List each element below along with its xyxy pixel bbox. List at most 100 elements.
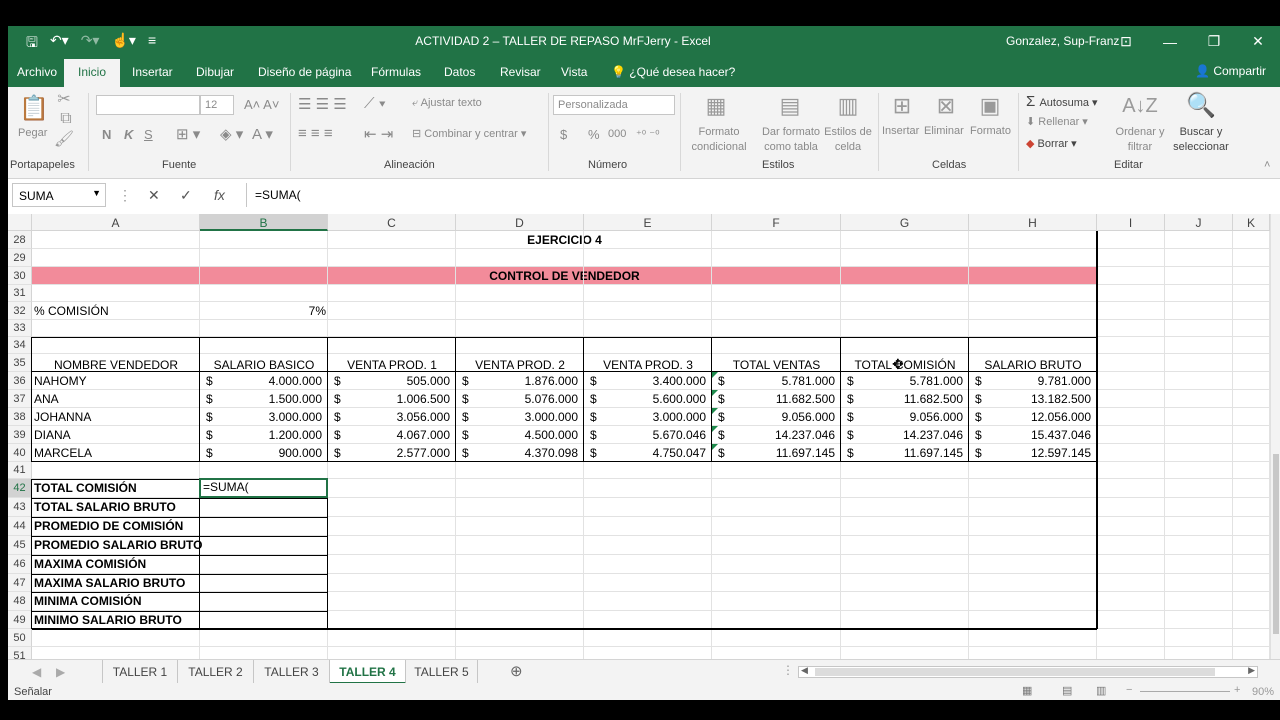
error-indicator-icon[interactable]	[712, 372, 718, 378]
paste-label[interactable]: Pegar	[18, 127, 47, 139]
amount-cell[interactable]: 9.056.000	[841, 408, 963, 426]
insert-cells-icon[interactable]: ⊞	[888, 91, 916, 121]
amount-cell[interactable]: 13.182.500	[969, 390, 1091, 408]
formula-input[interactable]: =SUMA(	[246, 183, 1270, 207]
amount-cell[interactable]: 5.076.000	[456, 390, 578, 408]
tell-me-box[interactable]: 💡 ¿Qué desea hacer?	[611, 65, 735, 79]
amount-cell[interactable]: 14.237.046	[712, 426, 835, 444]
row-header[interactable]: 30	[8, 267, 32, 285]
active-cell[interactable]: =SUMA(	[199, 478, 328, 498]
autosum-button[interactable]: Σ Autosuma ▾	[1026, 93, 1098, 110]
zoom-level[interactable]: 90%	[1252, 686, 1274, 698]
tab-insertar[interactable]: Insertar	[132, 65, 173, 79]
tab-formulas[interactable]: Fórmulas	[371, 65, 421, 79]
amount-cell[interactable]: 12.056.000	[969, 408, 1091, 426]
commission-value[interactable]: 7%	[200, 302, 326, 320]
minimize-icon[interactable]: —	[1148, 26, 1192, 57]
amount-cell[interactable]: 505.000	[328, 372, 450, 390]
font-size-box[interactable]: 12	[200, 95, 234, 115]
amount-cell[interactable]: 3.000.000	[456, 408, 578, 426]
row-header[interactable]: 28	[8, 231, 32, 249]
amount-cell[interactable]: 9.781.000	[969, 372, 1091, 390]
summary-value-cell[interactable]	[200, 611, 328, 629]
page-break-icon[interactable]: ▥	[1096, 684, 1106, 697]
row-header[interactable]: 43	[8, 498, 32, 517]
amount-cell[interactable]: 11.697.145	[841, 444, 963, 462]
amount-cell[interactable]: 1.006.500	[328, 390, 450, 408]
sheet-tab[interactable]: TALLER 5	[406, 660, 478, 684]
font-color-icon[interactable]: A ▾	[252, 125, 273, 143]
split-handle-icon[interactable]: ⋮	[782, 663, 794, 677]
amount-cell[interactable]: 4.370.098	[456, 444, 578, 462]
sheet-tab[interactable]: TALLER 1	[102, 660, 178, 684]
horizontal-scrollbar[interactable]: ◀ ▶	[798, 665, 1258, 678]
column-header[interactable]: G	[841, 214, 969, 231]
amount-cell[interactable]: 5.781.000	[841, 372, 963, 390]
find-icon[interactable]: 🔍	[1186, 89, 1216, 121]
fill-button[interactable]: ⬇ Rellenar ▾	[1026, 115, 1088, 128]
underline-button[interactable]: S	[144, 127, 153, 142]
row-header[interactable]: 48	[8, 592, 32, 611]
amount-cell[interactable]: 4.000.000	[200, 372, 322, 390]
italic-button[interactable]: K	[124, 127, 133, 142]
amount-cell[interactable]: 11.697.145	[712, 444, 835, 462]
seller-name[interactable]: ANA	[34, 390, 59, 408]
column-header[interactable]: H	[969, 214, 1097, 231]
sheet-tab-active[interactable]: TALLER 4	[330, 660, 406, 684]
cell-styles-icon[interactable]: ▥	[834, 91, 862, 121]
bold-button[interactable]: N	[102, 127, 111, 142]
amount-cell[interactable]: 12.597.145	[969, 444, 1091, 462]
row-header[interactable]: 33	[8, 320, 32, 337]
sort-filter-icon[interactable]: A↓Z	[1122, 91, 1158, 121]
seller-name[interactable]: JOHANNA	[34, 408, 91, 426]
cancel-icon[interactable]: ✕	[148, 187, 160, 204]
amount-cell[interactable]: 1.500.000	[200, 390, 322, 408]
borders-icon[interactable]: ⊞ ▾	[176, 125, 200, 143]
zoom-out-icon[interactable]: −	[1126, 684, 1132, 696]
amount-cell[interactable]: 5.670.046	[584, 426, 706, 444]
prev-sheet-icon[interactable]: ◀	[32, 665, 41, 679]
tab-datos[interactable]: Datos	[444, 65, 475, 79]
summary-value-cell[interactable]	[200, 592, 328, 611]
select-all-corner[interactable]	[8, 214, 32, 231]
error-indicator-icon[interactable]	[712, 426, 718, 432]
row-header[interactable]: 40	[8, 444, 32, 462]
amount-cell[interactable]: 4.500.000	[456, 426, 578, 444]
grow-font-icon[interactable]: A˄ A˅	[244, 97, 279, 112]
scroll-right-icon[interactable]: ▶	[1248, 665, 1255, 676]
vertical-scroll-thumb[interactable]	[1273, 454, 1279, 634]
sheet-tab[interactable]: TALLER 3	[254, 660, 330, 684]
error-indicator-icon[interactable]	[712, 444, 718, 450]
conditional-format-icon[interactable]: ▦	[702, 91, 730, 121]
worksheet-grid[interactable]: EJERCICIO 4 CONTROL DE VENDEDOR % COMISI…	[8, 231, 1280, 659]
format-painter-icon[interactable]: 🖌	[54, 131, 74, 148]
format-table-icon[interactable]: ▤	[776, 91, 804, 121]
clear-button[interactable]: ◆ Borrar ▾	[1026, 137, 1077, 150]
name-box[interactable]: SUMA ▼	[12, 183, 106, 207]
column-header[interactable]: C	[328, 214, 456, 231]
insert-cells-label[interactable]: Insertar	[882, 125, 919, 137]
cell-styles-label[interactable]: Estilos de celda	[822, 125, 874, 155]
row-header[interactable]: 46	[8, 555, 32, 574]
column-header[interactable]: B	[200, 214, 328, 231]
currency-button[interactable]: $	[560, 127, 567, 142]
summary-value-cell[interactable]	[200, 536, 328, 555]
indent-icon[interactable]: ⇤ ⇥	[364, 125, 393, 143]
amount-cell[interactable]: 15.437.046	[969, 426, 1091, 444]
percent-button[interactable]: %	[588, 127, 600, 142]
summary-value-cell[interactable]	[200, 498, 328, 517]
merge-center-button[interactable]: ⊟ Combinar y centrar ▾	[412, 127, 526, 140]
find-select-label[interactable]: Buscar y seleccionar	[1168, 125, 1234, 155]
format-cells-label[interactable]: Formato	[970, 125, 1011, 137]
column-header[interactable]: K	[1233, 214, 1270, 231]
zoom-in-icon[interactable]: +	[1234, 684, 1240, 696]
amount-cell[interactable]: 14.237.046	[841, 426, 963, 444]
column-header[interactable]: A	[32, 214, 200, 231]
row-header[interactable]: 31	[8, 285, 32, 302]
user-name[interactable]: Gonzalez, Sup-Franz	[1006, 34, 1119, 48]
row-header[interactable]: 39	[8, 426, 32, 444]
share-button[interactable]: 👤 Compartir	[1195, 64, 1266, 78]
tab-diseno[interactable]: Diseño de página	[258, 65, 351, 79]
amount-cell[interactable]: 3.400.000	[584, 372, 706, 390]
font-name-box[interactable]	[96, 95, 200, 115]
